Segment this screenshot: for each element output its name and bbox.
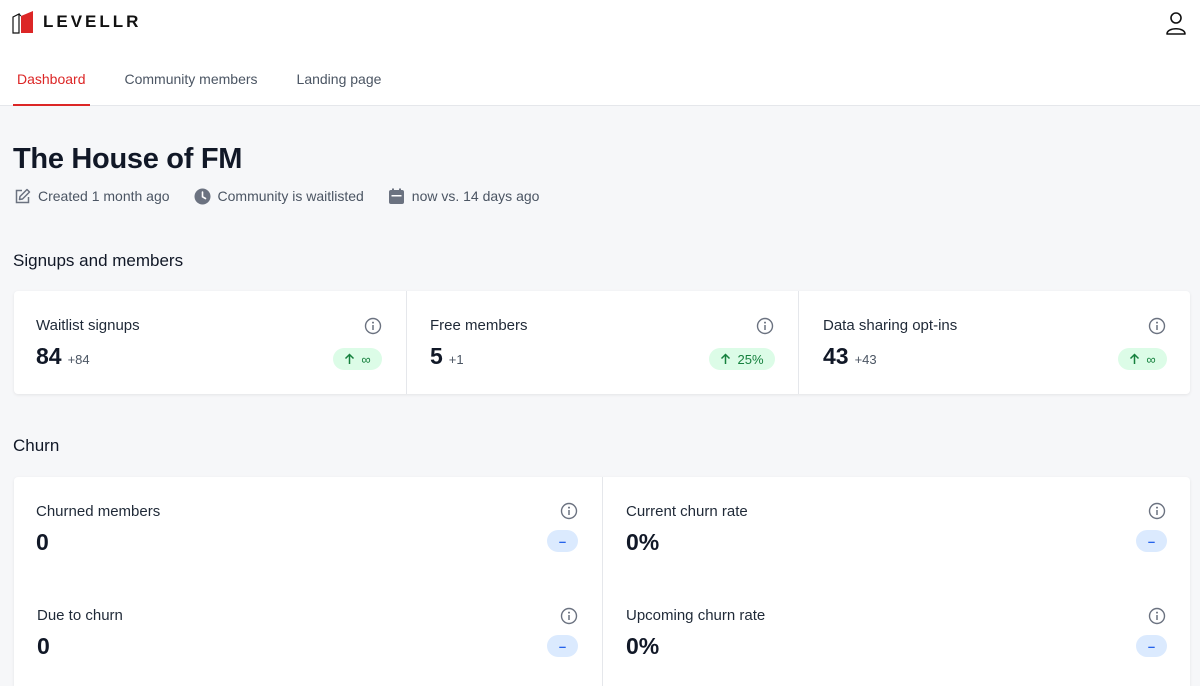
page-meta: Created 1 month ago Community is waitlis… (14, 186, 539, 206)
stat-value: 0% (626, 633, 660, 659)
trend-badge-neutral: – (547, 635, 578, 657)
stat-label: Current churn rate (626, 503, 748, 520)
churn-card-group: Churned members 0 – Current churn rate 0… (14, 477, 1190, 686)
stat-label: Churned members (36, 503, 161, 520)
main-tabs: Dashboard Community members Landing page (0, 56, 381, 106)
stat-value: 0 (37, 633, 50, 659)
info-icon[interactable] (1148, 502, 1166, 520)
stat-value: 0 (36, 529, 49, 555)
stat-value: 5 +1 (430, 343, 464, 370)
info-icon[interactable] (364, 317, 382, 335)
stat-card-free-members: Free members 5 +1 25% (407, 291, 798, 394)
info-icon[interactable] (560, 502, 578, 520)
trend-badge-neutral: – (1136, 530, 1167, 552)
levellr-logo-icon (12, 11, 33, 34)
stat-label: Waitlist signups (36, 317, 140, 334)
section-title-signups: Signups and members (13, 251, 184, 270)
clock-icon (194, 188, 211, 204)
arrow-up-icon (1130, 353, 1140, 364)
info-icon[interactable] (1148, 317, 1166, 335)
tab-dashboard[interactable]: Dashboard (13, 56, 89, 106)
trend-badge-up: ∞ (1118, 348, 1167, 370)
top-bar: LEVELLR Dashboard Community members Land… (0, 0, 1200, 106)
trend-badge-neutral: – (547, 530, 578, 552)
stat-card-churned-members: Churned members 0 – (14, 477, 602, 581)
trend-badge-up: 25% (709, 348, 775, 370)
stat-value: 0% (626, 529, 660, 555)
stat-card-current-churn-rate: Current churn rate 0% – (603, 477, 1190, 581)
stat-delta: +84 (67, 352, 90, 367)
stat-value-number: 43 (823, 343, 849, 369)
meta-status-text: Community is waitlisted (217, 188, 364, 204)
meta-date-range-text: now vs. 14 days ago (411, 188, 540, 204)
info-icon[interactable] (560, 607, 578, 625)
stat-label: Upcoming churn rate (626, 607, 766, 624)
page-title: The House of FM (13, 143, 243, 175)
stat-card-due-to-churn: Due to churn 0 – (14, 581, 602, 686)
stat-value: 84 +84 (36, 343, 90, 370)
brand-logo[interactable]: LEVELLR (12, 10, 141, 34)
calendar-icon (388, 188, 404, 204)
stat-value-number: 5 (430, 343, 443, 369)
stat-value-number: 84 (36, 343, 62, 369)
trend-badge-neutral: – (1136, 635, 1167, 657)
trend-badge-up: ∞ (333, 348, 382, 370)
info-icon[interactable] (756, 317, 774, 335)
tab-landing-page[interactable]: Landing page (297, 56, 382, 106)
trend-value: ∞ (1146, 351, 1156, 367)
stat-card-data-sharing-opt-ins: Data sharing opt-ins 43 +43 ∞ (799, 291, 1190, 394)
tab-community-members[interactable]: Community members (125, 56, 258, 106)
meta-status: Community is waitlisted (194, 188, 364, 205)
arrow-up-icon (345, 353, 355, 364)
stat-delta: +43 (854, 352, 877, 367)
stat-label: Data sharing opt-ins (823, 317, 958, 334)
arrow-up-icon (721, 353, 731, 364)
trend-value: ∞ (361, 351, 371, 367)
user-account-icon[interactable] (1164, 10, 1188, 36)
section-title-churn: Churn (13, 436, 60, 455)
stat-label: Free members (430, 317, 528, 334)
stat-card-upcoming-churn-rate: Upcoming churn rate 0% – (603, 581, 1190, 686)
edit-icon (15, 188, 31, 203)
meta-date-range[interactable]: now vs. 14 days ago (388, 188, 540, 205)
meta-created: Created 1 month ago (14, 188, 170, 205)
info-icon[interactable] (1148, 607, 1166, 625)
trend-value: 25% (737, 351, 764, 367)
stat-label: Due to churn (37, 607, 123, 624)
stat-card-waitlist-signups: Waitlist signups 84 +84 ∞ (14, 291, 406, 394)
meta-created-text: Created 1 month ago (38, 188, 170, 204)
stat-value: 43 +43 (823, 343, 877, 370)
stat-delta: +1 (448, 352, 464, 367)
brand-name: LEVELLR (43, 12, 142, 31)
signups-card-group: Waitlist signups 84 +84 ∞ Free members 5 +… (14, 291, 1190, 394)
